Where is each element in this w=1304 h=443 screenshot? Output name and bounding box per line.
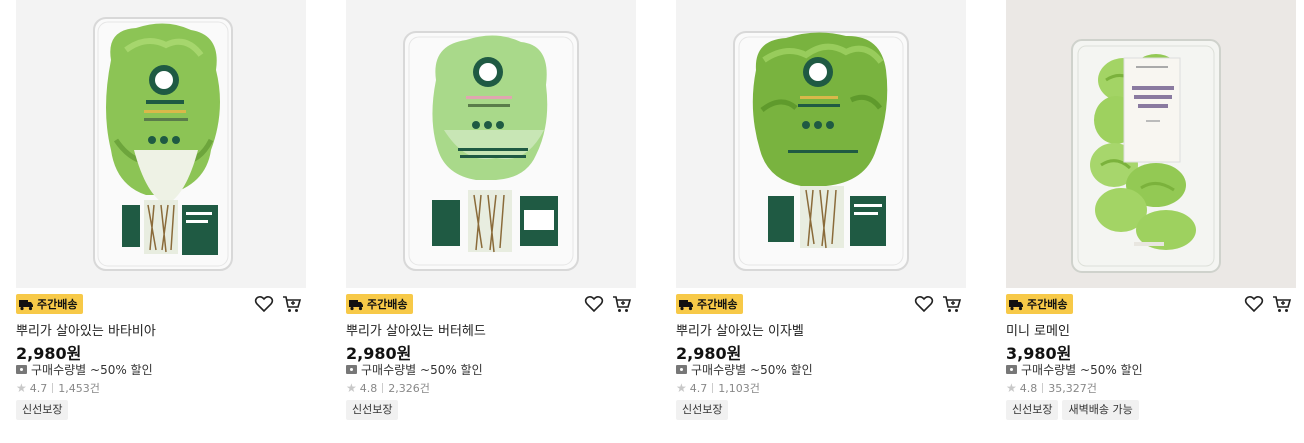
rating-row: ★ 4.7 1,453건 bbox=[16, 379, 100, 397]
star-icon: ★ bbox=[346, 381, 357, 395]
truck-icon bbox=[19, 299, 33, 310]
rating-value: 4.7 bbox=[689, 381, 708, 395]
star-icon: ★ bbox=[676, 381, 687, 395]
product-image[interactable] bbox=[346, 0, 636, 288]
badge-label: 주간배송 bbox=[697, 298, 738, 311]
badge-label: 주간배송 bbox=[367, 298, 408, 311]
coupon-icon bbox=[346, 364, 357, 374]
review-count: 35,327건 bbox=[1048, 382, 1097, 395]
rating-value: 4.8 bbox=[1019, 381, 1038, 395]
weekly-delivery-badge: 주간배송 bbox=[16, 294, 84, 314]
tag-list: 신선보장 새벽배송 가능 bbox=[1006, 400, 1139, 420]
cart-icon[interactable] bbox=[282, 294, 302, 314]
product-grid: 주간배송 뿌리가 살아있는 바타비아 2,980원 구매수량별 ~50% 할인 … bbox=[0, 0, 1304, 443]
weekly-delivery-badge: 주간배송 bbox=[1006, 294, 1074, 314]
card-actions-row: 주간배송 bbox=[346, 292, 636, 316]
truck-icon bbox=[1009, 299, 1023, 310]
discount-text: 구매수량별 ~50% 할인 bbox=[361, 362, 483, 377]
discount-info: 구매수량별 ~50% 할인 bbox=[1006, 360, 1143, 378]
review-count: 1,453건 bbox=[58, 382, 100, 395]
rating-row: ★ 4.8 35,327건 bbox=[1006, 379, 1097, 397]
discount-text: 구매수량별 ~50% 할인 bbox=[691, 362, 813, 377]
discount-text: 구매수량별 ~50% 할인 bbox=[31, 362, 153, 377]
weekly-delivery-badge: 주간배송 bbox=[346, 294, 414, 314]
star-icon: ★ bbox=[16, 381, 27, 395]
freshness-tag: 신선보장 bbox=[1006, 400, 1059, 420]
product-image[interactable] bbox=[676, 0, 966, 288]
freshness-tag: 신선보장 bbox=[346, 400, 399, 420]
card-actions-row: 주간배송 bbox=[16, 292, 306, 316]
discount-info: 구매수량별 ~50% 할인 bbox=[676, 360, 813, 378]
product-name[interactable]: 뿌리가 살아있는 버터헤드 bbox=[346, 320, 486, 339]
heart-icon[interactable] bbox=[254, 294, 274, 314]
rating-row: ★ 4.7 1,103건 bbox=[676, 379, 760, 397]
rating-value: 4.7 bbox=[29, 381, 48, 395]
heart-icon[interactable] bbox=[584, 294, 604, 314]
divider bbox=[382, 383, 384, 393]
product-name[interactable]: 뿌리가 살아있는 바타비아 bbox=[16, 320, 156, 339]
divider bbox=[52, 383, 54, 393]
divider bbox=[1042, 383, 1044, 393]
divider bbox=[712, 383, 714, 393]
review-count: 2,326건 bbox=[388, 382, 430, 395]
discount-info: 구매수량별 ~50% 할인 bbox=[346, 360, 483, 378]
product-card[interactable]: 주간배송 뿌리가 살아있는 바타비아 2,980원 구매수량별 ~50% 할인 … bbox=[16, 0, 306, 443]
discount-text: 구매수량별 ~50% 할인 bbox=[1021, 362, 1143, 377]
cart-icon[interactable] bbox=[1272, 294, 1292, 314]
badge-label: 주간배송 bbox=[1027, 298, 1068, 311]
product-card[interactable]: 주간배송 미니 로메인 3,980원 구매수량별 ~50% 할인 ★ 4.8 3… bbox=[1006, 0, 1296, 443]
coupon-icon bbox=[676, 364, 687, 374]
tag-list: 신선보장 bbox=[346, 400, 399, 420]
cart-icon[interactable] bbox=[942, 294, 962, 314]
discount-info: 구매수량별 ~50% 할인 bbox=[16, 360, 153, 378]
card-actions-row: 주간배송 bbox=[676, 292, 966, 316]
cart-icon[interactable] bbox=[612, 294, 632, 314]
truck-icon bbox=[349, 299, 363, 310]
product-name[interactable]: 미니 로메인 bbox=[1006, 320, 1070, 339]
tag-list: 신선보장 bbox=[676, 400, 729, 420]
freshness-tag: 신선보장 bbox=[676, 400, 729, 420]
badge-label: 주간배송 bbox=[37, 298, 78, 311]
review-count: 1,103건 bbox=[718, 382, 760, 395]
heart-icon[interactable] bbox=[914, 294, 934, 314]
coupon-icon bbox=[16, 364, 27, 374]
product-image[interactable] bbox=[16, 0, 306, 288]
truck-icon bbox=[679, 299, 693, 310]
tag-list: 신선보장 bbox=[16, 400, 69, 420]
product-name[interactable]: 뿌리가 살아있는 이자벨 bbox=[676, 320, 804, 339]
freshness-tag: 신선보장 bbox=[16, 400, 69, 420]
weekly-delivery-badge: 주간배송 bbox=[676, 294, 744, 314]
rating-value: 4.8 bbox=[359, 381, 378, 395]
product-card[interactable]: 주간배송 뿌리가 살아있는 이자벨 2,980원 구매수량별 ~50% 할인 ★… bbox=[676, 0, 966, 443]
heart-icon[interactable] bbox=[1244, 294, 1264, 314]
product-image[interactable] bbox=[1006, 0, 1296, 288]
star-icon: ★ bbox=[1006, 381, 1017, 395]
dawn-delivery-tag: 새벽배송 가능 bbox=[1062, 400, 1139, 420]
product-card[interactable]: 주간배송 뿌리가 살아있는 버터헤드 2,980원 구매수량별 ~50% 할인 … bbox=[346, 0, 636, 443]
rating-row: ★ 4.8 2,326건 bbox=[346, 379, 430, 397]
coupon-icon bbox=[1006, 364, 1017, 374]
card-actions-row: 주간배송 bbox=[1006, 292, 1296, 316]
